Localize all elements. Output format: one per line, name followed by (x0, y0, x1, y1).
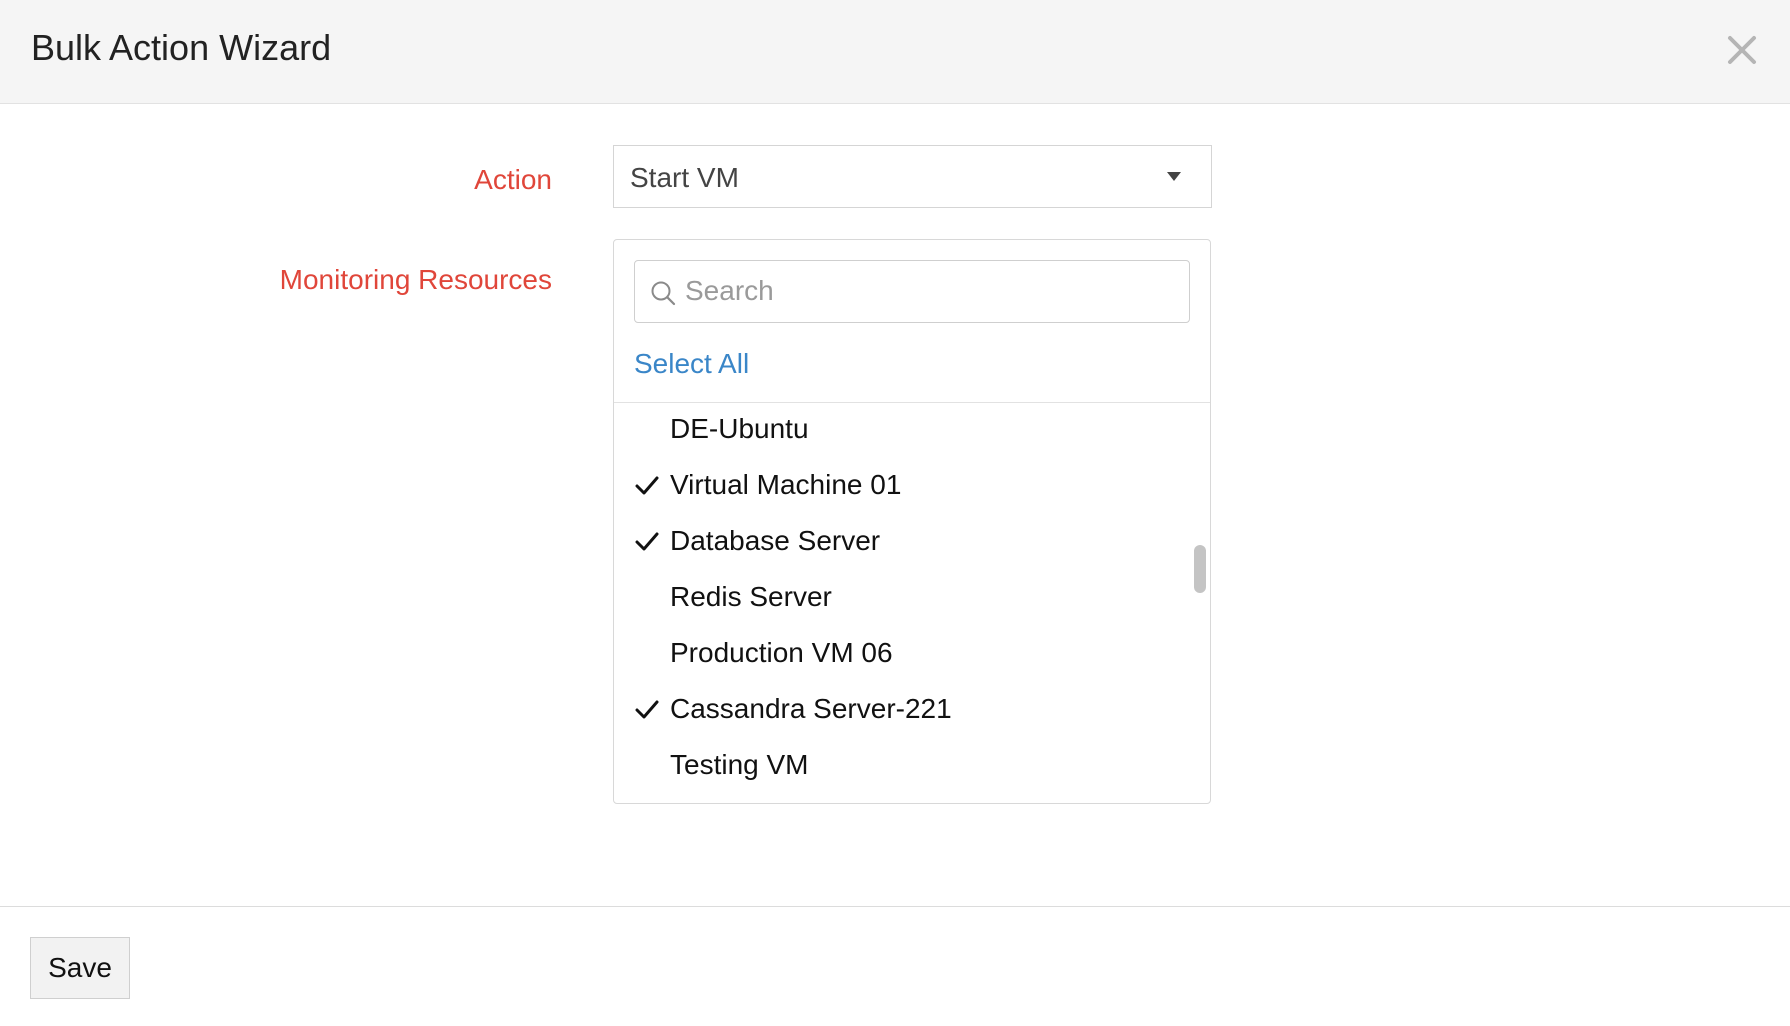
action-select[interactable]: Start VM (613, 145, 1212, 208)
resource-list: DE-Ubuntu Virtual Machine 01 Database Se… (614, 403, 1210, 803)
action-select-value: Start VM (630, 162, 739, 193)
list-item[interactable]: Virtual Machine 01 (614, 459, 1174, 515)
dialog-title: Bulk Action Wizard (31, 27, 332, 68)
caret-down-icon (1167, 172, 1181, 181)
list-item-label: Redis Server (670, 581, 832, 612)
resources-picker: Select All DE-Ubuntu Virtual Machine 01 … (613, 239, 1211, 804)
list-item-label: Database Server (670, 525, 881, 556)
search-icon (651, 281, 676, 306)
save-button[interactable]: Save (30, 937, 130, 999)
list-item-label: Production VM 06 (670, 637, 893, 668)
close-button[interactable] (1722, 30, 1762, 70)
list-item-label: DE-Ubuntu (670, 413, 809, 444)
select-all-link[interactable]: Select All (634, 348, 749, 380)
checkmark-icon (635, 700, 659, 719)
list-item-label: Virtual Machine 01 (670, 469, 902, 500)
list-item[interactable]: DE-Ubuntu (614, 403, 1174, 459)
list-item[interactable]: Testing VM (614, 739, 1174, 795)
list-item-label: Testing VM (670, 749, 809, 780)
checkmark-icon (635, 532, 659, 551)
list-item[interactable]: Redis Server (614, 571, 1174, 627)
list-scrollbar[interactable] (1194, 545, 1206, 593)
list-item[interactable]: Database Server (614, 515, 1174, 571)
list-item[interactable]: Production VM 06 (614, 627, 1174, 683)
monitoring-resources-label: Monitoring Resources (279, 264, 552, 295)
search-box (634, 260, 1190, 323)
footer-divider (0, 906, 1790, 907)
list-item-label: Cassandra Server-221 (670, 693, 952, 724)
close-icon (1728, 36, 1756, 64)
action-label: Action (474, 164, 552, 195)
search-input[interactable] (685, 271, 1165, 311)
list-item[interactable]: Cassandra Server-221 (614, 683, 1174, 739)
checkmark-icon (635, 476, 659, 495)
dialog-header: Bulk Action Wizard (0, 0, 1790, 104)
